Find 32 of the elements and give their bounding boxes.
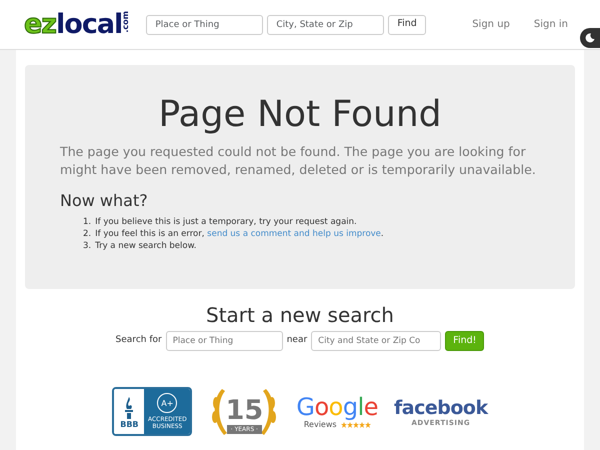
search-heading: Start a new search [205, 303, 395, 327]
field-label: Search for [116, 334, 162, 348]
error-message: The page you requested could not be found. The page you are looking for might have been removed, renamed, deleted or is temporarily unavailable. [60, 142, 537, 179]
nav-link[interactable]: Sign in [534, 17, 568, 32]
search-field[interactable]: City and State or Zip Co [311, 331, 442, 351]
search-field[interactable]: Place or Thing [166, 331, 283, 351]
find-button[interactable]: Find [388, 14, 426, 34]
list-number: 1. [83, 216, 92, 228]
list-number: 3. [83, 240, 92, 252]
list-item: If you believe this is just a temporary, try your request again. [95, 216, 357, 228]
search-field[interactable]: City, State or Zip [267, 14, 384, 34]
search-field[interactable]: Place or Thing [146, 14, 264, 34]
page-title: Page Not Found [157, 95, 443, 135]
ezlocal-logo[interactable]: ezlocal .com [24, 10, 130, 38]
bbb-text: BBB [120, 419, 139, 431]
moon-icon [585, 33, 595, 43]
theme-toggle[interactable] [580, 28, 600, 48]
list-item: If you feel this is an error, send us a comment and help us improve. [95, 228, 384, 240]
google-logo: Google [296, 395, 378, 419]
find-button[interactable]: Find! [445, 331, 484, 351]
field-label: near [286, 334, 308, 348]
nav-link[interactable]: Sign up [472, 17, 510, 32]
stars-icon [340, 422, 371, 428]
reviews-text: Reviews [304, 419, 337, 431]
facebook-logo: facebook [394, 399, 488, 418]
list-number: 2. [83, 228, 92, 240]
rating-text: A+ [157, 393, 178, 413]
torch-icon [123, 397, 136, 419]
section-heading: Now what? [60, 190, 149, 210]
comment-link[interactable]: send us a comment and help us improve [207, 228, 381, 239]
years-number: 15 [226, 397, 264, 424]
list-item: Try a new search below. [95, 240, 196, 252]
